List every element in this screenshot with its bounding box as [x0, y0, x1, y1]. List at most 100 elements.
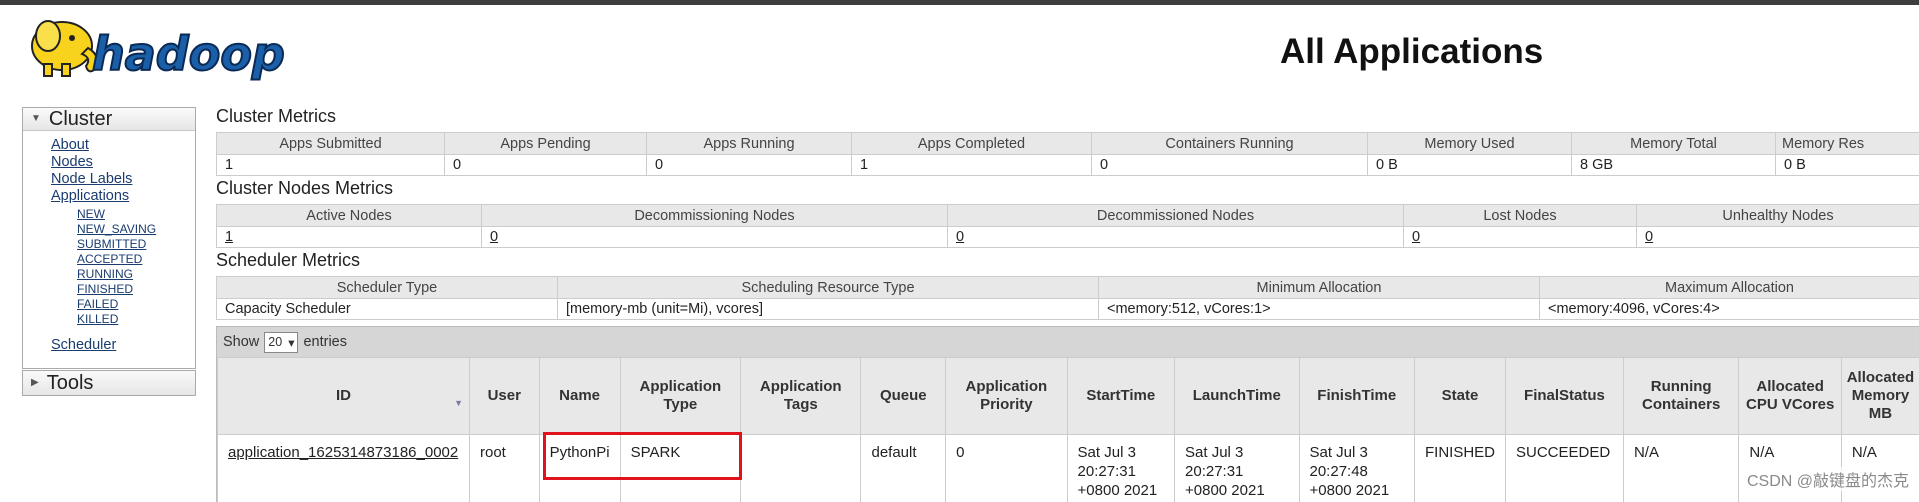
scheduler-metric-header: Minimum Allocation	[1099, 277, 1540, 299]
cell-state: FINISHED	[1414, 435, 1505, 502]
cell-user: root	[469, 435, 539, 502]
nodes-metric-header: Lost Nodes	[1404, 205, 1637, 227]
column-header-finish-time[interactable]: FinishTime	[1299, 358, 1414, 435]
app-state-links: NEW NEW_SAVING SUBMITTED ACCEPTED RUNNIN…	[51, 207, 195, 327]
nodes-metric-link[interactable]: 0	[1404, 227, 1637, 248]
sidebar-tools-label: Tools	[47, 371, 94, 395]
nodes-metric-link[interactable]: 0	[482, 227, 948, 248]
column-header-application-type[interactable]: Application Type	[620, 358, 740, 435]
metric-value: 1	[217, 155, 445, 176]
cluster-metrics-title: Cluster Metrics	[216, 106, 336, 127]
scheduler-metric-value: [memory-mb (unit=Mi), vcores]	[558, 299, 1099, 320]
cluster-nodes-metrics-title: Cluster Nodes Metrics	[216, 178, 393, 199]
metric-header: Apps Completed	[852, 133, 1092, 155]
sidebar-link-node-labels[interactable]: Node Labels	[51, 171, 195, 188]
metric-header: Memory Used	[1368, 133, 1572, 155]
scheduler-metric-value: <memory:4096, vCores:4>	[1540, 299, 1919, 320]
scheduler-metric-value: Capacity Scheduler	[217, 299, 558, 320]
sidebar-link-scheduler[interactable]: Scheduler	[51, 337, 195, 354]
metric-value: 0 B	[1776, 155, 1919, 176]
cell-queue: default	[861, 435, 946, 502]
metric-value: 1	[852, 155, 1092, 176]
metric-header: Memory Res	[1776, 133, 1919, 155]
column-header-start-time[interactable]: StartTime	[1067, 358, 1174, 435]
column-header-state[interactable]: State	[1414, 358, 1505, 435]
sidebar-link-about[interactable]: About	[51, 137, 195, 154]
state-link-new[interactable]: NEW	[77, 207, 195, 222]
state-link-finished[interactable]: FINISHED	[77, 282, 195, 297]
metric-value: 8 GB	[1572, 155, 1776, 176]
cell-application-type: SPARK	[620, 435, 740, 502]
nodes-metric-link[interactable]: 1	[217, 227, 482, 248]
sidebar-cluster-label: Cluster	[49, 108, 112, 130]
page-length-value: 20	[268, 335, 282, 349]
metric-header: Memory Total	[1572, 133, 1776, 155]
column-header-allocated-memory-mb[interactable]: Allocated Memory MB	[1841, 358, 1919, 435]
applications-panel: Show 20 ▾ entries ID ▼ User Name Applicat…	[216, 326, 1919, 502]
cell-priority: 0	[946, 435, 1067, 502]
metric-value: 0	[647, 155, 852, 176]
nodes-metric-header: Active Nodes	[217, 205, 482, 227]
watermark: CSDN @敲键盘的杰克	[1745, 467, 1911, 491]
column-header-application-tags[interactable]: Application Tags	[741, 358, 861, 435]
table-row: application_1625314873186_0002 root Pyth…	[218, 435, 1919, 502]
column-header-application-priority[interactable]: Application Priority	[946, 358, 1067, 435]
metric-header: Containers Running	[1092, 133, 1368, 155]
cell-application-tags	[741, 435, 861, 502]
state-link-running[interactable]: RUNNING	[77, 267, 195, 282]
page-length-bar: Show 20 ▾ entries	[217, 327, 1919, 357]
sidebar-link-nodes[interactable]: Nodes	[51, 154, 195, 171]
state-link-failed[interactable]: FAILED	[77, 297, 195, 312]
column-header-user[interactable]: User	[469, 358, 539, 435]
state-link-submitted[interactable]: SUBMITTED	[77, 237, 195, 252]
cluster-metrics-table: Apps Submitted Apps Pending Apps Running…	[216, 132, 1919, 176]
column-header-queue[interactable]: Queue	[861, 358, 946, 435]
nodes-metric-link[interactable]: 0	[948, 227, 1404, 248]
state-link-new-saving[interactable]: NEW_SAVING	[77, 222, 195, 237]
expand-triangle-icon: ▶	[31, 371, 39, 395]
scheduler-metric-header: Scheduling Resource Type	[558, 277, 1099, 299]
sidebar-link-applications[interactable]: Applications	[51, 188, 195, 205]
show-label: Show	[223, 334, 259, 350]
state-link-accepted[interactable]: ACCEPTED	[77, 252, 195, 267]
sidebar-tools-header[interactable]: ▶ Tools	[23, 371, 195, 395]
metric-value: 0 B	[1368, 155, 1572, 176]
sidebar-tools-panel: ▶ Tools	[22, 370, 196, 396]
collapse-triangle-icon: ▼	[31, 108, 41, 130]
scheduler-metric-header: Maximum Allocation	[1540, 277, 1919, 299]
nodes-metric-header: Decommissioning Nodes	[482, 205, 948, 227]
column-header-launch-time[interactable]: LaunchTime	[1175, 358, 1299, 435]
sidebar-cluster-panel: ▼ Cluster About Nodes Node Labels Applic…	[22, 107, 196, 369]
metric-header: Apps Pending	[445, 133, 647, 155]
nodes-metric-header: Decommissioned Nodes	[948, 205, 1404, 227]
nodes-metric-link[interactable]: 0	[1637, 227, 1919, 248]
cell-launch-time: Sat Jul 3 20:27:31 +0800 2021	[1175, 435, 1299, 502]
metric-header: Apps Running	[647, 133, 852, 155]
scheduler-metrics-table: Scheduler Type Scheduling Resource Type …	[216, 276, 1919, 320]
metric-header: Apps Submitted	[217, 133, 445, 155]
cell-running-containers: N/A	[1623, 435, 1738, 502]
cell-final-status: SUCCEEDED	[1506, 435, 1624, 502]
column-header-label: ID	[336, 387, 351, 404]
page-length-select[interactable]: 20 ▾	[264, 332, 298, 353]
state-link-killed[interactable]: KILLED	[77, 312, 195, 327]
nodes-metric-header: Unhealthy Nodes	[1637, 205, 1919, 227]
cell-name: PythonPi	[539, 435, 620, 502]
sidebar-cluster-header[interactable]: ▼ Cluster	[23, 108, 195, 131]
metric-value: 0	[1092, 155, 1368, 176]
column-header-final-status[interactable]: FinalStatus	[1506, 358, 1624, 435]
scheduler-metric-value: <memory:512, vCores:1>	[1099, 299, 1540, 320]
column-header-id[interactable]: ID ▼	[218, 358, 470, 435]
sort-desc-icon: ▼	[454, 394, 463, 412]
cell-finish-time: Sat Jul 3 20:27:48 +0800 2021	[1299, 435, 1414, 502]
applications-table: ID ▼ User Name Application Type Applicati…	[217, 357, 1919, 502]
entries-label: entries	[303, 334, 347, 350]
scheduler-metrics-title: Scheduler Metrics	[216, 250, 360, 271]
cluster-nodes-metrics-table: Active Nodes Decommissioning Nodes Decom…	[216, 204, 1919, 248]
cell-start-time: Sat Jul 3 20:27:31 +0800 2021	[1067, 435, 1174, 502]
column-header-name[interactable]: Name	[539, 358, 620, 435]
application-id-link[interactable]: application_1625314873186_0002	[218, 435, 470, 502]
column-header-allocated-cpu-vcores[interactable]: Allocated CPU VCores	[1739, 358, 1842, 435]
column-header-running-containers[interactable]: Running Containers	[1623, 358, 1738, 435]
metric-value: 0	[445, 155, 647, 176]
